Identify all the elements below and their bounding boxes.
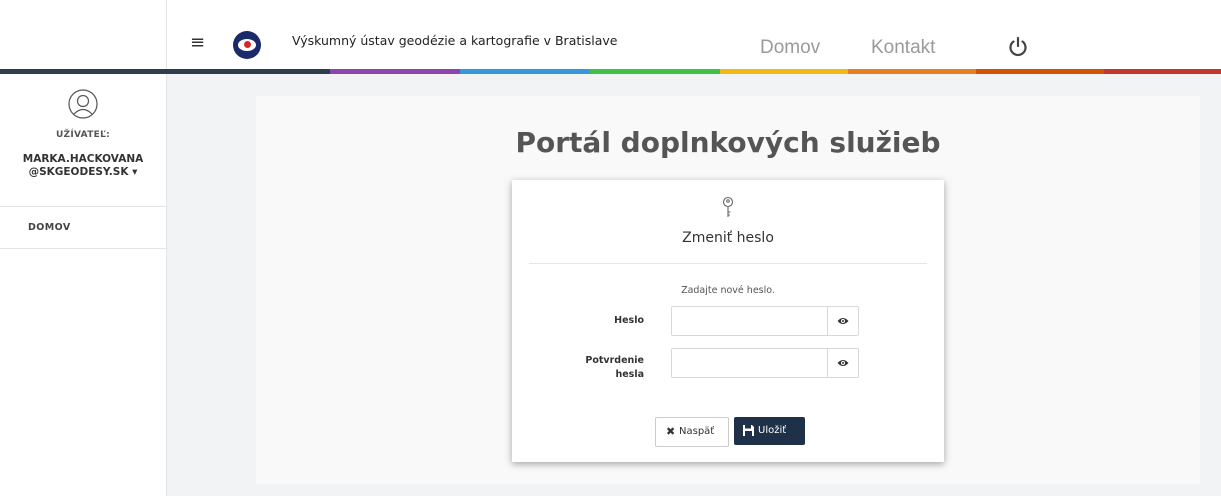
content-panel: Portál doplnkových služieb Zmeniť heslo … xyxy=(256,96,1200,484)
top-bar: ≡ Výskumný ústav geodézie a kartografie … xyxy=(0,0,1221,70)
password-label: Heslo xyxy=(614,315,644,326)
confirm-password-label: Potvrdenie hesla xyxy=(564,354,644,382)
floppy-disk-icon xyxy=(743,425,754,436)
sidebar-item-label: DOMOV xyxy=(28,222,71,233)
password-input[interactable] xyxy=(672,307,834,333)
confirm-password-field-group xyxy=(671,348,859,378)
key-icon xyxy=(722,196,734,217)
save-button-label: Uložiť xyxy=(758,425,787,436)
eye-icon xyxy=(837,318,849,324)
logo-icon[interactable] xyxy=(233,31,261,59)
confirm-password-input[interactable] xyxy=(672,349,834,375)
user-name-line1: MARKA.HACKOVANA xyxy=(22,153,144,165)
back-button[interactable]: ✖ Naspäť xyxy=(655,417,729,447)
close-icon: ✖ xyxy=(666,425,676,438)
chevron-down-icon: ▾ xyxy=(132,166,138,178)
confirm-label-line1: Potvrdenie xyxy=(585,355,644,366)
back-button-label: Naspäť xyxy=(679,426,715,437)
password-field-group xyxy=(671,306,859,336)
page-title: Portál doplnkových služieb xyxy=(515,126,941,159)
save-button[interactable]: Uložiť xyxy=(734,417,805,445)
sidebar: UŽÍVATEĽ: MARKA.HACKOVANA @SKGEODESY.SK … xyxy=(0,74,167,496)
user-menu-toggle[interactable]: MARKA.HACKOVANA @SKGEODESY.SK ▾ xyxy=(0,153,166,179)
change-password-card: Zmeniť heslo Zadajte nové heslo. Heslo P… xyxy=(512,180,944,462)
show-confirm-password-button[interactable] xyxy=(827,349,858,377)
show-password-button[interactable] xyxy=(827,307,858,335)
main-content: Portál doplnkových služieb Zmeniť heslo … xyxy=(167,74,1221,496)
user-avatar-icon xyxy=(68,89,98,119)
user-label: UŽÍVATEĽ: xyxy=(55,130,111,140)
eye-icon xyxy=(837,360,849,366)
hint-text: Zadajte nové heslo. xyxy=(681,285,775,296)
user-name-line2: @SKGEODESY.SK xyxy=(28,166,129,178)
nav-contact-link[interactable]: Kontakt xyxy=(871,37,935,59)
hamburger-icon[interactable]: ≡ xyxy=(190,34,205,52)
org-name: Výskumný ústav geodézie a kartografie v … xyxy=(292,33,618,48)
nav-home-link[interactable]: Domov xyxy=(760,37,820,59)
sidebar-item-home[interactable]: DOMOV xyxy=(0,207,166,249)
confirm-label-line2: hesla xyxy=(615,369,644,380)
power-icon[interactable] xyxy=(1007,36,1029,58)
card-divider xyxy=(529,263,927,264)
top-bar-left-pad xyxy=(0,0,167,70)
card-title: Zmeniť heslo xyxy=(682,230,774,246)
